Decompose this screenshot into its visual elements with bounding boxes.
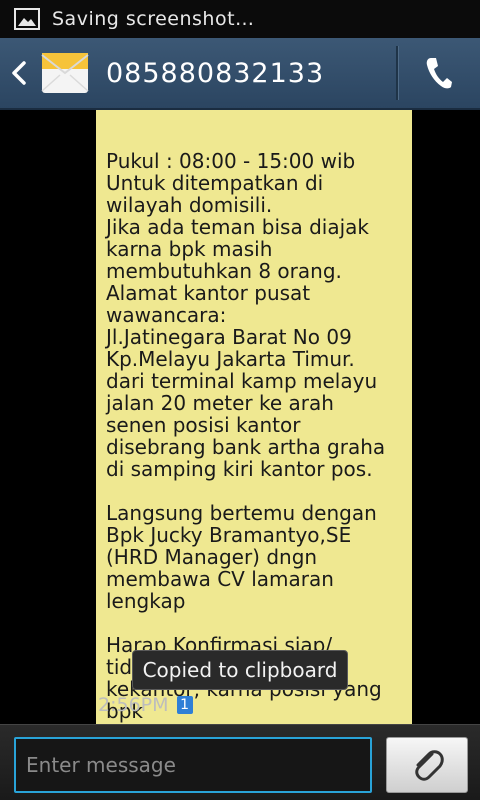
status-bar: Saving screenshot…	[0, 0, 480, 38]
message-timestamp: 2:56PM 1	[98, 694, 193, 716]
message-text: Pukul : 08:00 - 15:00 wib Untuk ditempat…	[106, 149, 386, 723]
sim-badge: 1	[176, 696, 193, 714]
attach-button[interactable]	[386, 737, 468, 793]
paperclip-icon	[415, 750, 444, 781]
clipboard-toast: Copied to clipboard	[132, 650, 348, 690]
phone-icon	[426, 58, 452, 89]
envelope-icon	[41, 53, 89, 93]
message-input[interactable]	[14, 737, 372, 793]
action-bar: 085880832133	[0, 38, 480, 110]
contact-number: 085880832133	[106, 57, 325, 89]
timestamp-text: 2:56PM	[98, 694, 169, 716]
image-icon	[14, 8, 40, 30]
back-chevron-icon	[12, 61, 26, 85]
back-button[interactable]	[0, 37, 38, 109]
compose-bar	[0, 724, 480, 800]
status-notification-text: Saving screenshot…	[52, 8, 255, 30]
message-bubble[interactable]: Pukul : 08:00 - 15:00 wib Untuk ditempat…	[96, 110, 412, 724]
conversation-view[interactable]: Pukul : 08:00 - 15:00 wib Untuk ditempat…	[0, 110, 480, 724]
call-button[interactable]	[398, 37, 480, 109]
